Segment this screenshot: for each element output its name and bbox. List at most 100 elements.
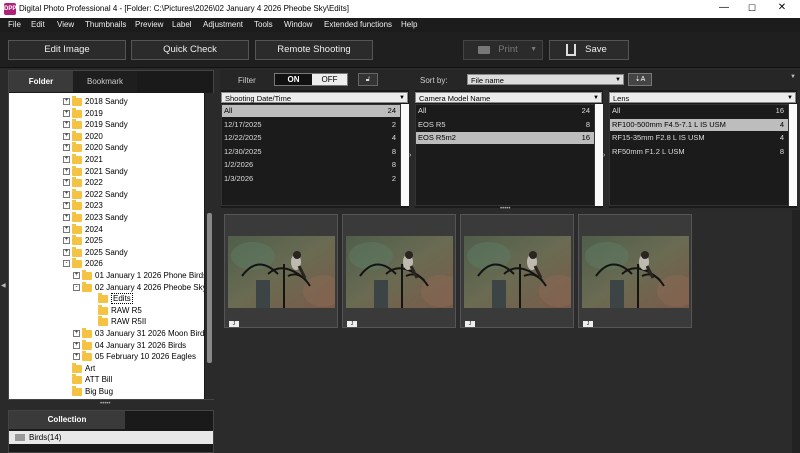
folder-tree-item[interactable]: +2019 Sandy xyxy=(9,119,204,130)
expand-icon[interactable]: + xyxy=(63,98,70,105)
folder-tree-item[interactable]: +2019 xyxy=(9,107,204,119)
folder-tree-item[interactable]: +2022 xyxy=(9,177,204,188)
column-header-dropdown[interactable]: Camera Model Name ▼ xyxy=(415,92,602,103)
folder-tree-item[interactable]: RAW R5II xyxy=(9,316,204,327)
menu-edit[interactable]: Edit xyxy=(31,20,45,29)
expand-icon[interactable]: + xyxy=(63,179,70,187)
collection-item[interactable]: Birds(14) xyxy=(9,431,213,444)
expand-icon[interactable]: + xyxy=(63,190,70,198)
expand-icon[interactable]: + xyxy=(73,330,80,337)
menu-file[interactable]: File xyxy=(8,20,21,29)
tree-scroll-thumb[interactable] xyxy=(207,213,212,363)
folder-tree-item[interactable]: ATT Bill xyxy=(9,374,204,385)
save-button[interactable]: Save xyxy=(549,40,629,60)
folder-tree-item[interactable]: +2022 Sandy xyxy=(9,188,204,200)
menu-adjustment[interactable]: Adjustment xyxy=(203,20,243,29)
filter-scrollbar[interactable] xyxy=(789,104,797,206)
splitter-grip[interactable]: ••••• xyxy=(100,401,120,407)
filter-row[interactable]: 12/17/2025 2 xyxy=(222,119,400,131)
folder-tree-item[interactable]: +2025 Sandy xyxy=(9,246,204,258)
column-header-dropdown[interactable]: Shooting Date/Time ▼ xyxy=(221,92,408,103)
menu-help[interactable]: Help xyxy=(401,20,417,29)
thumbnail[interactable]: J xyxy=(460,214,574,328)
tab-folder[interactable]: Folder xyxy=(9,71,73,92)
folder-tree-item[interactable]: +2024 xyxy=(9,223,204,235)
filter-scrollbar[interactable] xyxy=(401,104,409,206)
sort-order-button[interactable]: ⇣A xyxy=(628,73,652,86)
print-button[interactable]: Print ▼ xyxy=(463,40,543,60)
filter-off-button[interactable]: OFF xyxy=(312,74,347,85)
thumbnail[interactable]: J xyxy=(342,214,456,328)
filter-row[interactable]: 12/30/2025 8 xyxy=(222,146,400,158)
column-header-dropdown[interactable]: Lens ▼ xyxy=(609,92,796,103)
tab-collection[interactable]: Collection xyxy=(9,411,125,429)
filter-row[interactable]: All 16 xyxy=(610,105,788,117)
expand-icon[interactable]: + xyxy=(63,132,70,140)
folder-tree-item[interactable]: +2023 xyxy=(9,200,204,211)
folder-tree-item[interactable]: +2025 xyxy=(9,235,204,246)
folder-tree-item[interactable]: Art xyxy=(9,362,204,374)
expand-icon[interactable]: + xyxy=(63,225,70,233)
thumb-scrollbar[interactable] xyxy=(792,210,800,453)
collapse-filter-icon[interactable]: ▼ xyxy=(790,74,796,80)
edit-image-button[interactable]: Edit Image xyxy=(8,40,126,60)
expand-icon[interactable]: + xyxy=(63,237,70,245)
expand-icon[interactable]: + xyxy=(63,214,70,221)
collapse-icon[interactable]: - xyxy=(63,260,70,268)
quick-check-button[interactable]: Quick Check xyxy=(131,40,249,60)
filter-row[interactable]: All 24 xyxy=(222,105,400,117)
folder-tree-item[interactable]: +2020 xyxy=(9,130,204,142)
folder-tree-item[interactable]: +01 January 1 2026 Phone Birds xyxy=(9,270,204,281)
tree-scrollbar[interactable] xyxy=(205,93,214,399)
filter-row[interactable]: RF50mm F1.2 L USM 8 xyxy=(610,146,788,158)
close-button[interactable]: ✕ xyxy=(770,2,794,13)
folder-tree-item[interactable]: RAW R5 xyxy=(9,304,204,316)
expand-icon[interactable]: + xyxy=(73,272,80,279)
expand-icon[interactable]: + xyxy=(63,109,70,117)
menu-tools[interactable]: Tools xyxy=(254,20,273,29)
folder-tree-item[interactable]: +04 January 31 2026 Birds xyxy=(9,339,204,351)
folder-tree-item[interactable]: +2018 Sandy xyxy=(9,96,204,107)
tab-bookmark[interactable]: Bookmark xyxy=(73,71,137,92)
folder-tree-item[interactable]: Big Bug xyxy=(9,386,204,397)
menu-thumbnails[interactable]: Thumbnails xyxy=(85,20,126,29)
filter-row[interactable]: 12/22/2025 4 xyxy=(222,132,400,144)
expand-icon[interactable]: + xyxy=(63,156,70,163)
filter-row[interactable]: RF15-35mm F2.8 L IS USM 4 xyxy=(610,132,788,144)
filter-row[interactable]: 1/2/2026 8 xyxy=(222,159,400,171)
lock-icon[interactable]: 🔓︎ xyxy=(358,73,378,86)
expand-icon[interactable]: + xyxy=(63,202,70,210)
collapse-icon[interactable]: - xyxy=(73,283,80,291)
menu-label[interactable]: Label xyxy=(172,20,192,29)
menu-preview[interactable]: Preview xyxy=(135,20,163,29)
folder-tree-item[interactable]: +2023 Sandy xyxy=(9,212,204,223)
filter-toggle[interactable]: ON OFF xyxy=(274,73,348,86)
filter-scrollbar[interactable] xyxy=(595,104,603,206)
expand-icon[interactable]: + xyxy=(63,167,70,175)
menu-view[interactable]: View xyxy=(57,20,74,29)
expand-icon[interactable]: + xyxy=(73,353,80,361)
expand-icon[interactable]: + xyxy=(63,121,70,129)
folder-tree-item[interactable]: - 2026 xyxy=(9,258,204,269)
remote-shooting-button[interactable]: Remote Shooting xyxy=(255,40,373,60)
filter-on-button[interactable]: ON xyxy=(275,74,312,85)
folder-tree-item[interactable]: +03 January 31 2026 Moon Bird xyxy=(9,328,204,339)
folder-tree-item[interactable]: Edits xyxy=(9,293,204,305)
folder-tree-item[interactable]: +05 February 10 2026 Eagles xyxy=(9,351,204,362)
sort-dropdown[interactable]: File name ▼ xyxy=(467,74,624,85)
menu-window[interactable]: Window xyxy=(284,20,312,29)
folder-tree-item[interactable]: +2021 xyxy=(9,154,204,165)
filter-row[interactable]: RF100-500mm F4.5-7.1 L IS USM 4 xyxy=(610,118,788,131)
folder-tree-item[interactable]: +2020 Sandy xyxy=(9,142,204,153)
expand-icon[interactable]: + xyxy=(63,248,70,256)
maximize-button[interactable]: ☐ xyxy=(740,3,764,14)
thumbnail[interactable]: J xyxy=(224,214,338,328)
thumbnail[interactable]: J xyxy=(578,214,692,328)
filter-row[interactable]: EOS R5m2 16 xyxy=(416,132,594,144)
folder-tree-item[interactable]: - 02 January 4 2026 Pheobe Sky xyxy=(9,281,204,293)
minimize-button[interactable]: — xyxy=(712,2,736,13)
menu-extended-functions[interactable]: Extended functions xyxy=(324,20,392,29)
folder-tree-item[interactable]: +2021 Sandy xyxy=(9,165,204,177)
expand-icon[interactable]: + xyxy=(73,341,80,349)
expand-icon[interactable]: + xyxy=(63,144,70,152)
